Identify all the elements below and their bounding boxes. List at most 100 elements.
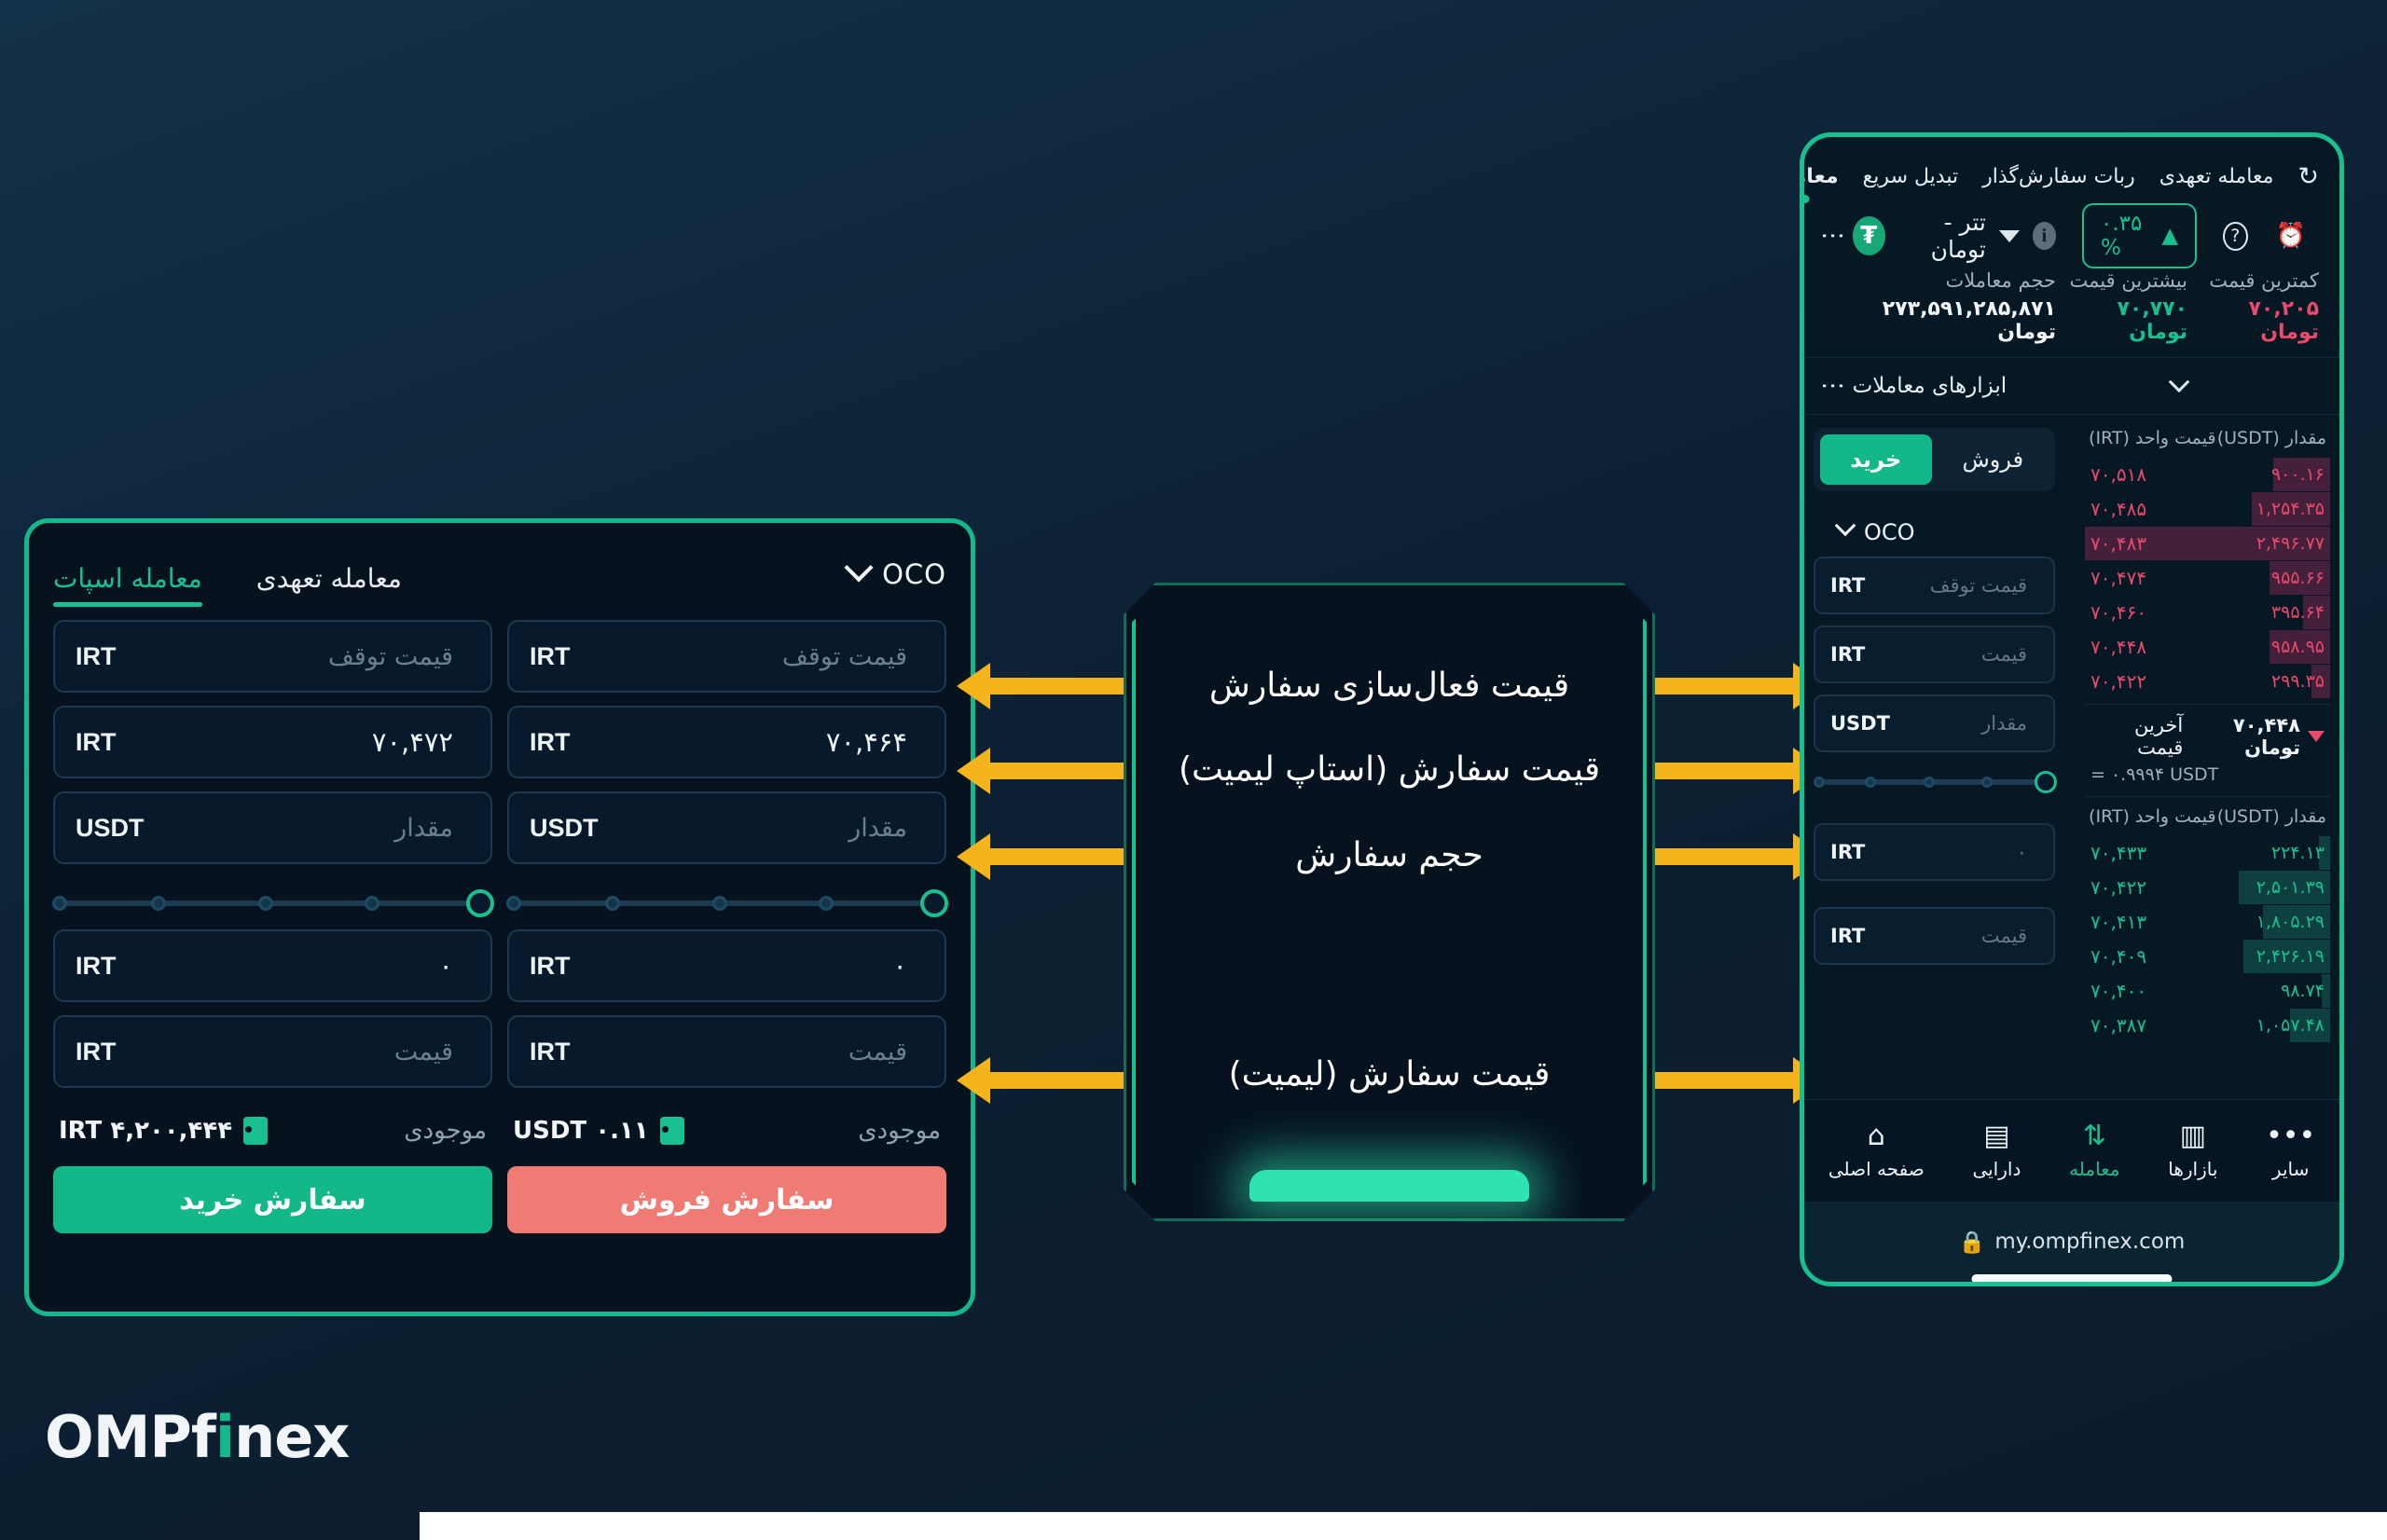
orderbook-price: ۷۰,۴۲۲ bbox=[2090, 876, 2147, 899]
spot-order-panel: OCO معامله تعهدی معامله اسپات قیمت توقف … bbox=[24, 518, 975, 1316]
phone-tools-row[interactable]: ابزارهای معاملات ⋮ bbox=[1804, 357, 2339, 415]
orderbook-row[interactable]: ۲۲۴.۱۳ ۷۰,۴۳۳ bbox=[2085, 836, 2330, 870]
sell-slider-tick-50[interactable] bbox=[711, 896, 727, 911]
phone-buy-tab[interactable]: خرید bbox=[1819, 434, 1932, 485]
sell-stop-price-field[interactable]: قیمت توقف IRT bbox=[507, 620, 946, 693]
orderbook-row[interactable]: ۲,۴۹۶.۷۷ ۷۰,۴۸۳ bbox=[2085, 527, 2330, 560]
last-price-label: آخرین قیمت bbox=[2134, 714, 2184, 759]
buy-price-unit: IRT bbox=[76, 1037, 117, 1066]
price-change-badge: ۰.۳۵ % ▲ bbox=[2081, 203, 2198, 268]
nav-item-other[interactable]: ••• سایر bbox=[2266, 1121, 2315, 1180]
sell-amount-slider[interactable] bbox=[506, 877, 948, 929]
orderbook-row[interactable]: ۹۵۵.۶۶ ۷۰,۴۷۴ bbox=[2085, 561, 2330, 595]
buy-slider-tick-75[interactable] bbox=[150, 896, 166, 911]
phone-tab-quick-convert[interactable]: تبدیل سریع bbox=[1863, 165, 1959, 188]
chevron-down-icon[interactable] bbox=[2168, 371, 2189, 393]
phone-amount-field[interactable]: مقدار USDT bbox=[1814, 694, 2056, 752]
buy-stop-price-field[interactable]: قیمت توقف IRT bbox=[53, 620, 492, 693]
sell-slider-track[interactable] bbox=[506, 889, 948, 917]
orderbook-row[interactable]: ۱,۸۰۵.۲۹ ۷۰,۴۱۳ bbox=[2085, 905, 2330, 939]
phone-total-field[interactable]: ۰ IRT bbox=[1814, 823, 2056, 881]
info-icon[interactable]: i bbox=[2032, 222, 2056, 250]
phone-tab-margin[interactable]: معامله تعهدی bbox=[2159, 165, 2274, 188]
orderbook-row[interactable]: ۱,۰۵۷.۴۸ ۷۰,۳۸۷ bbox=[2085, 1009, 2330, 1042]
lock-icon: 🔒 bbox=[1958, 1230, 1986, 1255]
kebab-menu-icon[interactable]: ⋮ bbox=[1819, 374, 1847, 398]
nav-item-other[interactable]: ▥ بازارها bbox=[2168, 1121, 2217, 1180]
chevron-down-icon[interactable] bbox=[1998, 229, 2020, 242]
nav-item-other[interactable]: ⌂ صفحه اصلی bbox=[1828, 1121, 1925, 1180]
orderbook-row[interactable]: ۹۰۰.۱۶ ۷۰,۵۱۸ bbox=[2085, 458, 2330, 491]
tab-margin-trade[interactable]: معامله تعهدی bbox=[256, 563, 402, 607]
phone-limit-price-field[interactable]: قیمت IRT bbox=[1814, 907, 2056, 965]
order-columns: قیمت توقف IRT ۷۰,۴۶۴ IRT مقدار USDT ۰ IR… bbox=[52, 620, 948, 1233]
sell-slider-tick-25[interactable] bbox=[819, 896, 835, 911]
phone-body: مقدار (USDT) قیمت واحد (IRT) ۹۰۰.۱۶ ۷۰,۵۱… bbox=[1804, 415, 2339, 1067]
phone-tab-trade[interactable]: معامله bbox=[1804, 165, 1839, 188]
sell-slider-tick-75[interactable] bbox=[604, 896, 620, 911]
chevron-down-icon bbox=[844, 553, 874, 583]
buy-limit-price-value: ۷۰,۴۷۲ bbox=[371, 726, 453, 758]
browser-url-bar[interactable]: 🔒 my.ompfinex.com bbox=[1804, 1202, 2339, 1282]
buy-slider-tick-100[interactable] bbox=[52, 896, 68, 911]
sell-total-field[interactable]: ۰ IRT bbox=[507, 929, 946, 1002]
phone-price-field[interactable]: قیمت IRT bbox=[1814, 626, 2056, 683]
buy-slider-track[interactable] bbox=[52, 889, 494, 917]
stat-volume-value: ۲۷۳,۵۹۱,۲۸۵,۸۷۱ تومان bbox=[1882, 297, 2056, 344]
buy-total-field[interactable]: ۰ IRT bbox=[53, 929, 492, 1002]
refresh-icon[interactable]: ↻ bbox=[2297, 162, 2319, 191]
buy-balance-label: موجودی bbox=[404, 1117, 487, 1145]
phone-sell-tab[interactable]: فروش bbox=[1938, 434, 2049, 485]
phone-slider-tick-25[interactable] bbox=[1981, 777, 1994, 788]
buy-price-field[interactable]: قیمت IRT bbox=[53, 1015, 492, 1088]
buy-stop-price-unit: IRT bbox=[76, 641, 117, 670]
buy-slider-tick-25[interactable] bbox=[365, 896, 380, 911]
sell-slider-knob[interactable] bbox=[920, 889, 948, 917]
orderbook-row[interactable]: ۹۸.۷۴ ۷۰,۴۰۰ bbox=[2085, 974, 2330, 1008]
buy-slider-knob[interactable] bbox=[466, 889, 494, 917]
buy-limit-price-field[interactable]: ۷۰,۴۷۲ IRT bbox=[53, 706, 492, 778]
sell-amount-field[interactable]: مقدار USDT bbox=[507, 791, 946, 864]
orderbook-row[interactable]: ۲۹۹.۳۵ ۷۰,۴۲۲ bbox=[2085, 665, 2330, 698]
phone-slider-tick-100[interactable] bbox=[1813, 777, 1825, 788]
help-icon[interactable]: ? bbox=[2223, 221, 2248, 251]
kebab-menu-icon[interactable]: ⋮ bbox=[1819, 224, 1847, 248]
phone-slider-knob[interactable] bbox=[2035, 771, 2058, 793]
phone-slider-track[interactable] bbox=[1813, 771, 2058, 793]
annotation-plaque bbox=[1124, 583, 1655, 1221]
phone-tab-order-bot[interactable]: ربات سفارش‌گذار bbox=[1982, 165, 2135, 188]
arrow-right-3 bbox=[1655, 833, 1827, 880]
orderbook-bids: ۲۲۴.۱۳ ۷۰,۴۳۳ ۲,۵۰۱.۳۹ ۷۰,۴۲۲ ۱,۸۰۵.۲۹ ۷۰,۴۱۳… bbox=[2085, 836, 2330, 1042]
orderbook-row[interactable]: ۲,۵۰۱.۳۹ ۷۰,۴۲۲ bbox=[2085, 871, 2330, 904]
sell-order-button[interactable]: سفارش فروش bbox=[507, 1166, 946, 1233]
nav-label: دارایی bbox=[1972, 1157, 2021, 1180]
buy-amount-field[interactable]: مقدار USDT bbox=[53, 791, 492, 864]
sell-slider-tick-100[interactable] bbox=[506, 896, 522, 911]
buy-amount-slider[interactable] bbox=[52, 877, 494, 929]
orderbook-row[interactable]: ۲,۴۲۶.۱۹ ۷۰,۴۰۹ bbox=[2085, 940, 2330, 973]
phone-slider-tick-75[interactable] bbox=[1864, 777, 1876, 788]
alarm-icon[interactable]: ⏰ bbox=[2276, 222, 2306, 250]
sell-balance-row: موجودی ۰.۱۱ USDT bbox=[507, 1101, 946, 1161]
phone-slider-tick-50[interactable] bbox=[1923, 777, 1935, 788]
sell-price-field[interactable]: قیمت IRT bbox=[507, 1015, 946, 1088]
tab-spot-trade[interactable]: معامله اسپات bbox=[53, 563, 202, 607]
nav-item-trade[interactable]: ⇅ معامله bbox=[2069, 1121, 2120, 1180]
phone-amount-slider[interactable] bbox=[1813, 763, 2058, 801]
last-price-wrap: ۷۰,۴۴۸ تومان bbox=[2183, 714, 2325, 759]
market-pair-name[interactable]: تتر - تومان bbox=[1898, 209, 1986, 263]
price-change-value: ۰.۳۵ % bbox=[2100, 212, 2143, 260]
orderbook-row[interactable]: ۹۵۸.۹۵ ۷۰,۴۴۸ bbox=[2085, 630, 2330, 664]
sell-price-placeholder: قیمت bbox=[848, 1037, 907, 1066]
buy-slider-tick-50[interactable] bbox=[257, 896, 273, 911]
buy-order-button[interactable]: سفارش خرید bbox=[53, 1166, 492, 1233]
orderbook-row[interactable]: ۱,۲۵۴.۳۵ ۷۰,۴۸۵ bbox=[2085, 492, 2330, 526]
orderbook-row[interactable]: ۳۹۵.۶۴ ۷۰,۴۶۰ bbox=[2085, 596, 2330, 629]
nav-item-other[interactable]: ▤ دارایی bbox=[1972, 1121, 2021, 1180]
phone-order-type-selector[interactable]: OCO bbox=[1814, 508, 2055, 557]
phone-limit-price-placeholder: قیمت bbox=[1980, 925, 2028, 947]
order-type-selector[interactable]: OCO bbox=[844, 553, 946, 590]
sell-limit-price-field[interactable]: ۷۰,۴۶۴ IRT bbox=[507, 706, 946, 778]
last-price-value: ۷۰,۴۴۸ تومان bbox=[2232, 714, 2300, 759]
phone-stop-price-field[interactable]: قیمت توقف IRT bbox=[1814, 557, 2056, 614]
